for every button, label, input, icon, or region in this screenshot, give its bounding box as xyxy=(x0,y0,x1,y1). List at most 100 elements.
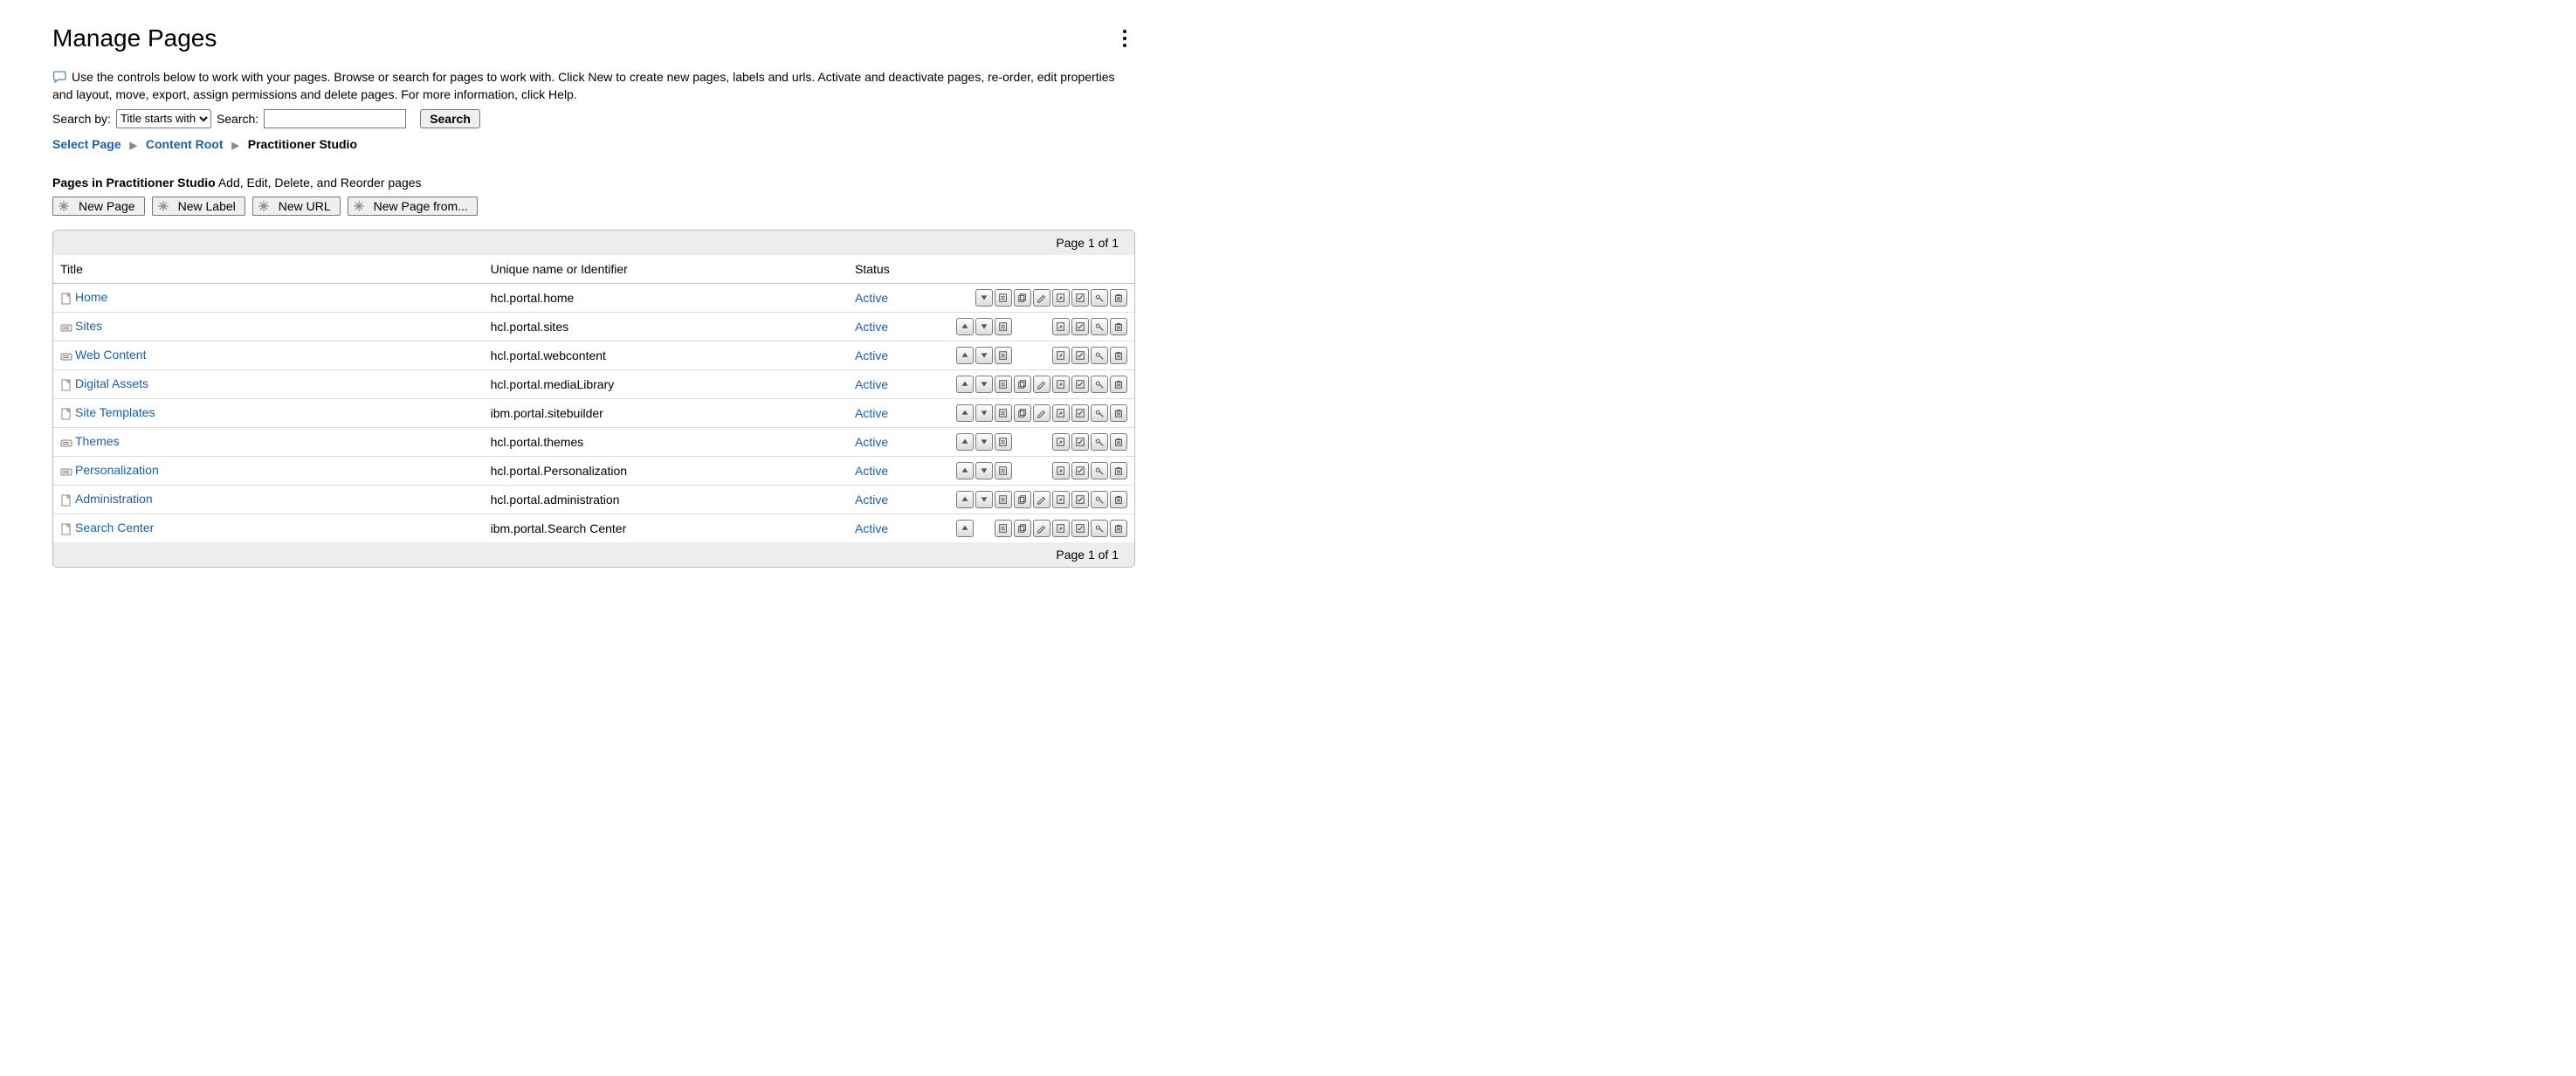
properties-icon xyxy=(998,293,1009,303)
edit-button[interactable] xyxy=(1033,491,1050,508)
delete-button[interactable] xyxy=(1110,404,1127,422)
page-title-link[interactable]: Site Templates xyxy=(75,405,155,419)
page-title-link[interactable]: Themes xyxy=(75,434,120,448)
page-title-link[interactable]: Administration xyxy=(75,492,153,506)
permissions-button[interactable] xyxy=(1091,462,1108,479)
mark-button[interactable] xyxy=(1071,347,1089,364)
permissions-button[interactable] xyxy=(1091,347,1108,364)
page-title-link[interactable]: Personalization xyxy=(75,463,159,477)
delete-button[interactable] xyxy=(1110,520,1127,537)
move-up-button[interactable] xyxy=(956,318,974,335)
export-button[interactable] xyxy=(1052,491,1070,508)
move-down-button[interactable] xyxy=(975,462,993,479)
delete-button[interactable] xyxy=(1110,376,1127,393)
export-button[interactable] xyxy=(1052,347,1070,364)
search-by-select[interactable]: Title starts with xyxy=(116,109,211,128)
status-link[interactable]: Active xyxy=(855,377,888,391)
copy-button[interactable] xyxy=(1014,520,1031,537)
edit-button[interactable] xyxy=(1033,376,1050,393)
move-down-button[interactable] xyxy=(975,376,993,393)
permissions-button[interactable] xyxy=(1091,376,1108,393)
properties-button[interactable] xyxy=(995,318,1012,335)
move-down-button[interactable] xyxy=(975,404,993,422)
page-title-link[interactable]: Web Content xyxy=(75,348,146,362)
edit-button[interactable] xyxy=(1033,289,1050,307)
properties-button[interactable] xyxy=(995,433,1012,451)
mark-button[interactable] xyxy=(1071,491,1089,508)
move-up-button[interactable] xyxy=(956,520,974,537)
copy-button[interactable] xyxy=(1014,491,1031,508)
export-button[interactable] xyxy=(1052,404,1070,422)
export-button[interactable] xyxy=(1052,520,1070,537)
move-up-button[interactable] xyxy=(956,376,974,393)
export-button[interactable] xyxy=(1052,289,1070,307)
move-down-button[interactable] xyxy=(975,433,993,451)
new-url-button[interactable]: New URL xyxy=(252,197,341,216)
delete-button[interactable] xyxy=(1110,289,1127,307)
move-up-button[interactable] xyxy=(956,491,974,508)
delete-button[interactable] xyxy=(1110,491,1127,508)
mark-button[interactable] xyxy=(1071,433,1089,451)
edit-button[interactable] xyxy=(1033,404,1050,422)
permissions-button[interactable] xyxy=(1091,433,1108,451)
status-link[interactable]: Active xyxy=(855,493,888,507)
page-title-link[interactable]: Home xyxy=(75,290,107,304)
permissions-button[interactable] xyxy=(1091,520,1108,537)
copy-button[interactable] xyxy=(1014,376,1031,393)
mark-button[interactable] xyxy=(1071,289,1089,307)
delete-button[interactable] xyxy=(1110,462,1127,479)
mark-button[interactable] xyxy=(1071,376,1089,393)
status-link[interactable]: Active xyxy=(855,320,888,334)
properties-button[interactable] xyxy=(995,520,1012,537)
search-input[interactable] xyxy=(264,109,406,128)
new-label-button[interactable]: New Label xyxy=(152,197,245,216)
new-page-from-button[interactable]: New Page from... xyxy=(348,197,478,216)
page-title-link[interactable]: Digital Assets xyxy=(75,376,148,390)
export-button[interactable] xyxy=(1052,318,1070,335)
copy-button[interactable] xyxy=(1014,404,1031,422)
export-button[interactable] xyxy=(1052,433,1070,451)
mark-button[interactable] xyxy=(1071,462,1089,479)
mark-button[interactable] xyxy=(1071,520,1089,537)
permissions-button[interactable] xyxy=(1091,289,1108,307)
status-link[interactable]: Active xyxy=(855,464,888,478)
properties-button[interactable] xyxy=(995,491,1012,508)
search-button[interactable]: Search xyxy=(420,109,480,128)
properties-button[interactable] xyxy=(995,376,1012,393)
properties-button[interactable] xyxy=(995,347,1012,364)
properties-button[interactable] xyxy=(995,289,1012,307)
export-button[interactable] xyxy=(1052,462,1070,479)
status-link[interactable]: Active xyxy=(855,291,888,305)
move-down-button[interactable] xyxy=(975,491,993,508)
move-down-button[interactable] xyxy=(975,318,993,335)
permissions-button[interactable] xyxy=(1091,404,1108,422)
move-up-button[interactable] xyxy=(956,462,974,479)
breadcrumb-content-root[interactable]: Content Root xyxy=(146,137,224,151)
delete-button[interactable] xyxy=(1110,433,1127,451)
delete-button[interactable] xyxy=(1110,318,1127,335)
copy-button[interactable] xyxy=(1014,289,1031,307)
export-button[interactable] xyxy=(1052,376,1070,393)
move-down-button[interactable] xyxy=(975,289,993,307)
mark-button[interactable] xyxy=(1071,318,1089,335)
move-up-button[interactable] xyxy=(956,404,974,422)
more-actions-button[interactable] xyxy=(1114,28,1135,49)
status-link[interactable]: Active xyxy=(855,406,888,420)
move-up-button[interactable] xyxy=(956,433,974,451)
move-up-button[interactable] xyxy=(956,347,974,364)
new-page-button[interactable]: New Page xyxy=(52,197,145,216)
delete-button[interactable] xyxy=(1110,347,1127,364)
move-down-button[interactable] xyxy=(975,347,993,364)
breadcrumb-select-page[interactable]: Select Page xyxy=(52,137,121,151)
permissions-button[interactable] xyxy=(1091,491,1108,508)
edit-button[interactable] xyxy=(1033,520,1050,537)
status-link[interactable]: Active xyxy=(855,521,888,535)
permissions-button[interactable] xyxy=(1091,318,1108,335)
page-title-link[interactable]: Sites xyxy=(75,319,102,333)
page-title-link[interactable]: Search Center xyxy=(75,521,154,535)
properties-button[interactable] xyxy=(995,462,1012,479)
status-link[interactable]: Active xyxy=(855,348,888,362)
mark-button[interactable] xyxy=(1071,404,1089,422)
status-link[interactable]: Active xyxy=(855,435,888,449)
properties-button[interactable] xyxy=(995,404,1012,422)
